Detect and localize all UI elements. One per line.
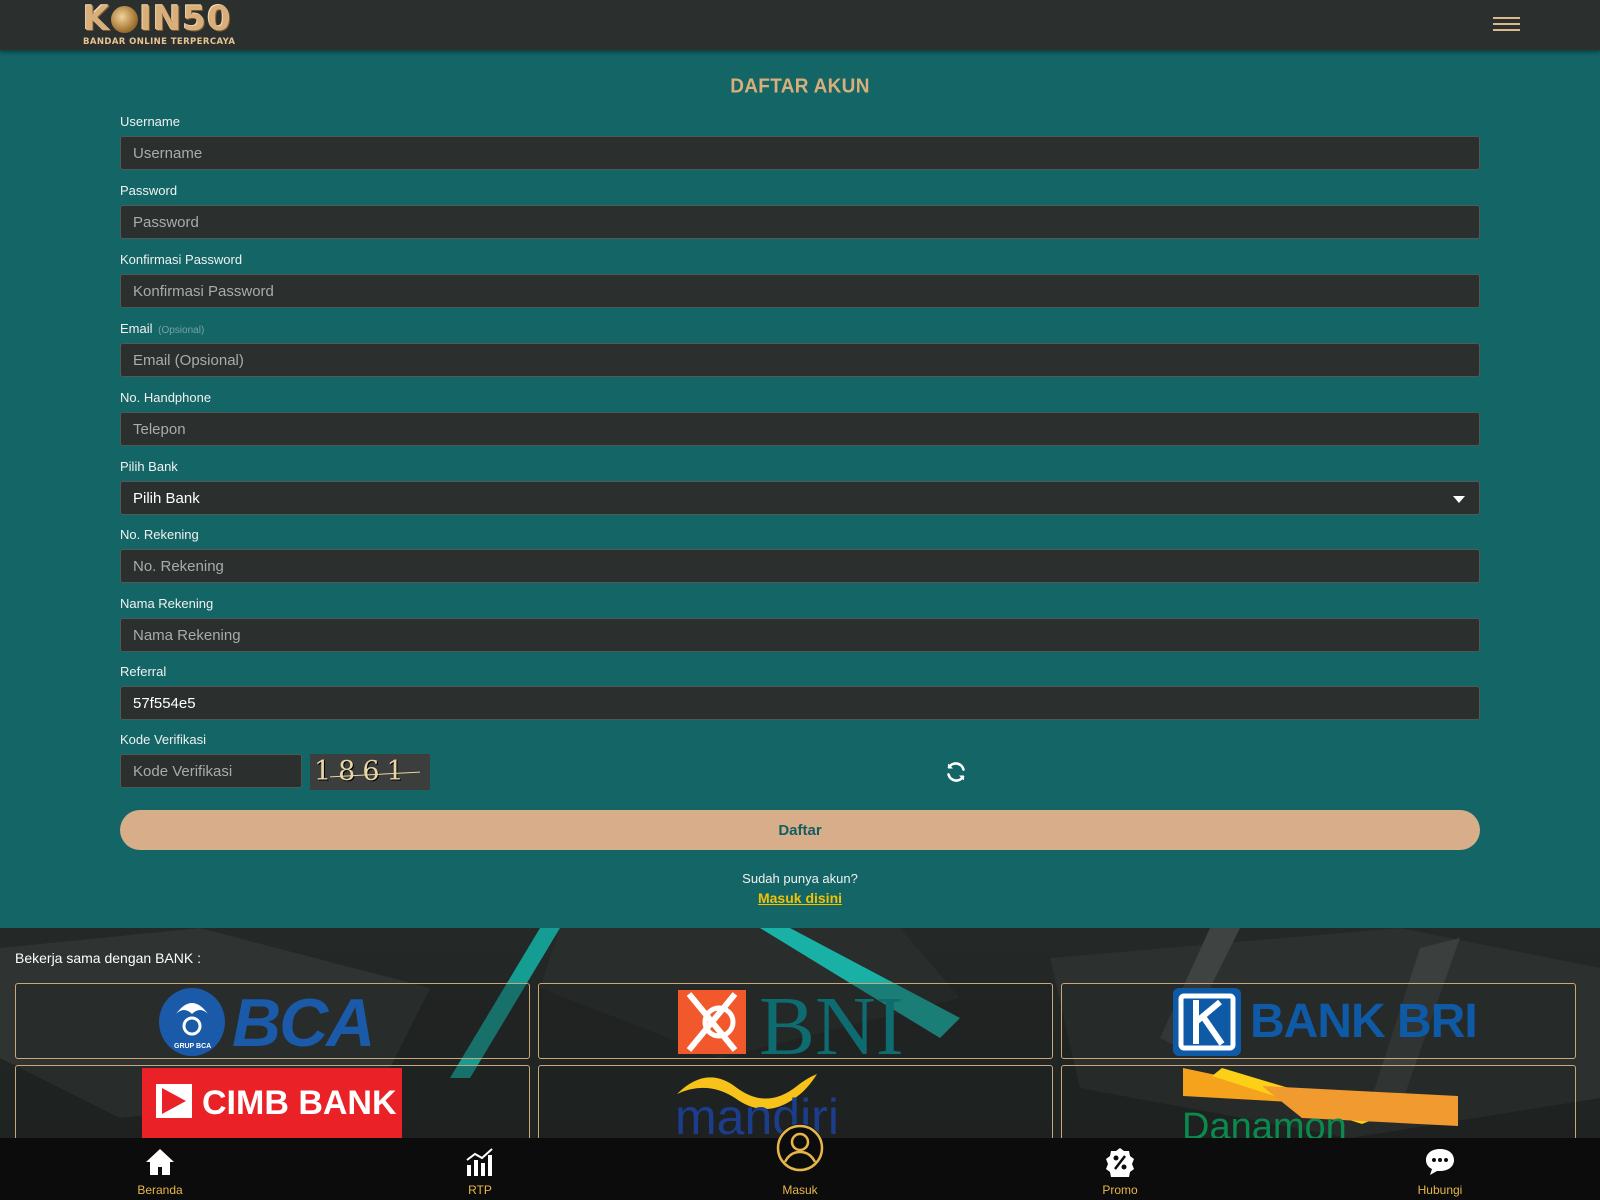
account-number-field-group: No. Rekening <box>120 527 1480 583</box>
phone-field-group: No. Handphone <box>120 390 1480 446</box>
email-field-group: Email (Opsional) <box>120 321 1480 377</box>
caret-down-icon <box>1453 496 1465 503</box>
nav-hubungi[interactable]: Hubungi <box>1370 1138 1510 1200</box>
referral-label: Referral <box>120 664 167 679</box>
captcha-text: 1861 <box>314 756 411 787</box>
username-label: Username <box>120 114 180 129</box>
captcha-row: 1861 <box>120 754 1480 790</box>
bank-card-bca[interactable]: BCA GRUP BCA <box>15 983 530 1059</box>
phone-input[interactable] <box>120 412 1480 446</box>
bank-select-label: Pilih Bank <box>120 459 178 474</box>
confirm-password-input[interactable] <box>120 274 1480 308</box>
logo-tagline: BANDAR ONLINE TERPERCAYA <box>83 37 236 47</box>
phone-label: No. Handphone <box>120 390 212 405</box>
coin-icon <box>111 6 139 33</box>
site-logo[interactable]: K IN50 BANDAR ONLINE TERPERCAYA <box>83 2 243 48</box>
account-number-input[interactable] <box>120 549 1480 583</box>
referral-input[interactable] <box>120 686 1480 720</box>
chat-icon <box>1426 1149 1454 1175</box>
confirm-password-label: Konfirmasi Password <box>120 252 243 267</box>
danamon-wordmark: Danamon <box>1182 1106 1347 1138</box>
login-link[interactable]: Masuk disini <box>0 890 1600 906</box>
have-account-text: Sudah punya akun? <box>742 871 858 886</box>
email-input[interactable] <box>120 343 1480 377</box>
username-input[interactable] <box>120 136 1480 170</box>
confirm-password-field-group: Konfirmasi Password <box>120 252 1480 308</box>
account-name-field-group: Nama Rekening <box>120 596 1480 652</box>
verification-label: Kode Verifikasi <box>120 732 206 747</box>
bank-card-danamon[interactable]: Danamon <box>1061 1065 1576 1138</box>
password-input[interactable] <box>120 205 1480 239</box>
captcha-image: 1861 <box>310 754 430 790</box>
bank-partners-section: Bekerja sama dengan BANK : BCA GRUP BCA … <box>0 928 1600 1138</box>
account-number-label: No. Rekening <box>120 527 199 542</box>
refresh-icon[interactable] <box>944 760 968 784</box>
menu-hamburger-icon[interactable] <box>1493 17 1520 33</box>
nav-promo[interactable]: Promo <box>1050 1138 1190 1200</box>
page-title: DAFTAR AKUN <box>730 75 870 98</box>
bri-wordmark: BANK BRI <box>1250 995 1478 1048</box>
bank-card-cimb[interactable]: CIMB BANK <box>15 1065 530 1138</box>
user-icon <box>776 1124 824 1172</box>
bank-select-group: Pilih Bank Pilih Bank <box>120 459 1480 515</box>
password-field-group: Password <box>120 183 1480 239</box>
email-optional-hint: (Opsional) <box>158 325 205 336</box>
email-label: Email (Opsional) <box>120 321 205 336</box>
nav-rtp[interactable]: RTP <box>410 1138 550 1200</box>
home-icon <box>146 1149 174 1175</box>
verification-field-group: Kode Verifikasi <box>120 732 1480 748</box>
referral-field-group: Referral <box>120 664 1480 720</box>
nav-masuk-circle[interactable] <box>776 1124 824 1172</box>
percent-badge-icon <box>1106 1148 1134 1177</box>
nav-beranda[interactable]: Beranda <box>90 1138 230 1200</box>
bank-partners-title: Bekerja sama dengan BANK : <box>15 950 201 966</box>
account-name-label: Nama Rekening <box>120 596 214 611</box>
cimb-wordmark: CIMB BANK <box>202 1084 397 1122</box>
nav-beranda-label: Beranda <box>137 1183 183 1197</box>
bank-select-value: Pilih Bank <box>133 489 200 507</box>
nav-hubungi-label: Hubungi <box>1417 1183 1463 1197</box>
verification-code-input[interactable] <box>120 754 302 788</box>
bank-card-bni[interactable]: BNI <box>538 983 1053 1059</box>
bca-wordmark: BCA <box>232 985 375 1059</box>
bni-wordmark: BNI <box>759 983 904 1059</box>
password-label: Password <box>120 183 178 198</box>
logo-wordmark: K IN50 <box>83 0 232 39</box>
account-name-input[interactable] <box>120 618 1480 652</box>
bank-select[interactable]: Pilih Bank <box>120 481 1480 515</box>
nav-promo-label: Promo <box>1102 1183 1138 1197</box>
chart-icon <box>466 1148 493 1176</box>
bca-subtext: GRUP BCA <box>174 1043 212 1050</box>
nav-rtp-label: RTP <box>468 1183 492 1197</box>
bank-card-bri[interactable]: BANK BRI <box>1061 983 1576 1059</box>
username-field-group: Username <box>120 114 1480 170</box>
nav-masuk-label: Masuk <box>782 1183 818 1197</box>
header: K IN50 BANDAR ONLINE TERPERCAYA <box>0 0 1600 50</box>
register-submit-button[interactable]: Daftar <box>120 810 1480 850</box>
